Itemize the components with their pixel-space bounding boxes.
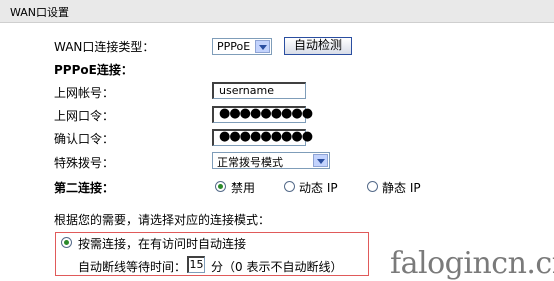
username-field[interactable]: username xyxy=(212,82,306,99)
chevron-down-icon[interactable] xyxy=(313,154,328,167)
dial-mode-value: 正常拨号模式 xyxy=(217,156,283,169)
on-demand-label: 按需连接，在有访问时自动连接 xyxy=(78,237,247,251)
dial-mode-select[interactable]: 正常拨号模式 xyxy=(212,152,330,169)
wan-type-label: WAN口连接类型： xyxy=(54,40,155,54)
idle-timeout-label: 自动断线等待时间： xyxy=(78,260,187,274)
radio-dynamic-ip-label: 动态 IP xyxy=(299,181,338,195)
radio-disable-label: 禁用 xyxy=(231,181,256,195)
idle-timeout-suffix: 分（0 表示不自动断线） xyxy=(211,260,343,274)
second-connection-label: 第二连接： xyxy=(54,181,115,195)
password-label: 上网口令： xyxy=(54,109,115,123)
wan-type-select[interactable]: PPPoE xyxy=(212,38,272,55)
radio-static-ip[interactable] xyxy=(367,181,378,192)
confirm-password-label: 确认口令： xyxy=(54,132,115,146)
watermark: falogincn.cn xyxy=(390,246,554,281)
pppoe-section-title: PPPoE连接： xyxy=(54,63,133,77)
section-title: WAN口设置 xyxy=(10,6,70,19)
idle-timeout-input[interactable]: 15 xyxy=(187,256,205,273)
radio-dynamic-ip[interactable] xyxy=(284,181,295,192)
radio-static-ip-label: 静态 IP xyxy=(382,181,421,195)
auto-detect-button[interactable]: 自动检测 xyxy=(284,37,352,55)
radio-on-demand[interactable] xyxy=(61,237,72,248)
dial-mode-label: 特殊拨号： xyxy=(54,156,115,170)
radio-disable[interactable] xyxy=(215,181,226,192)
password-field[interactable]: ●●●●●●●●● xyxy=(212,106,313,123)
chevron-down-icon[interactable] xyxy=(255,40,270,53)
confirm-password-field[interactable]: ●●●●●●●●● xyxy=(212,129,313,146)
section-header: WAN口设置 xyxy=(0,0,554,23)
wan-type-value: PPPoE xyxy=(217,40,251,53)
username-label: 上网帐号： xyxy=(54,86,115,100)
mode-prompt: 根据您的需要，请选择对应的连接模式： xyxy=(54,213,271,227)
